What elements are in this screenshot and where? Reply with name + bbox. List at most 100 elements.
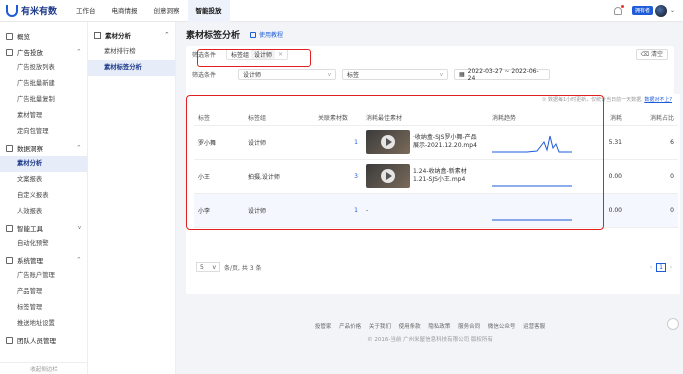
sidebar-item-push[interactable]: 推送地址设置 [0, 316, 87, 332]
filter-label: 筛选条件 [192, 72, 217, 79]
footer-link[interactable]: 隐私政策 [428, 324, 450, 330]
chevron-down-icon: v [78, 225, 81, 231]
sidebar-item-copy-report[interactable]: 文案报表 [0, 172, 87, 188]
logo-text: 有米有数 [21, 7, 58, 17]
cell-share: 0 [626, 159, 678, 194]
chevron-down-icon: v [440, 71, 443, 78]
page-title: 素材标签分析 [186, 31, 241, 41]
chevron-up-icon: ^ [164, 32, 169, 38]
logo[interactable]: 有米有数 [6, 4, 64, 17]
sidebar-group-label: 概览 [17, 33, 30, 41]
sidebar: 概览 广告投放 ^ 广告投放列表 广告批量新建 广告批量复制 素材管理 定向包管理… [0, 22, 88, 374]
owner-badge: 拥有者 [631, 6, 653, 15]
book-icon [250, 31, 257, 38]
tutorial-label: 使用教程 [259, 32, 284, 39]
table-highlight-box [186, 95, 604, 230]
folder-icon [94, 31, 101, 39]
settings-icon [6, 256, 13, 264]
page-total: 条/页, 共 3 条 [224, 264, 262, 272]
team-icon [6, 336, 13, 344]
chart-icon [6, 144, 13, 152]
sidebar-item-alert[interactable]: 自动化预警 [0, 236, 87, 252]
footer-link[interactable]: 使用条款 [399, 324, 421, 330]
sidebar-item-material-analysis[interactable]: 素材分析 [0, 156, 87, 172]
overview-icon [6, 32, 13, 40]
nav-ecommerce[interactable]: 电商情报 [104, 0, 146, 22]
prev-page-icon[interactable]: ‹ [646, 264, 656, 271]
sidebar-group-label: 系统管理 [17, 257, 43, 265]
footer-link[interactable]: 运营客服 [523, 324, 545, 330]
footer-link[interactable]: 关于我们 [369, 324, 391, 330]
page-size-value: 5 [200, 263, 204, 271]
date-range-picker[interactable]: ▦ 2022-03-27 ~ 2022-06-24 [454, 67, 550, 82]
sub-nav-title: 素材分析 [105, 32, 131, 40]
sidebar-item-products[interactable]: 产品管理 [0, 284, 87, 300]
sidebar-group-system[interactable]: 系统管理 ^ [0, 252, 87, 268]
footer-link[interactable]: 服务合同 [458, 324, 480, 330]
filter-highlight-box [197, 49, 311, 67]
top-bar: 有米有数 工作台 电商情报 创意洞察 智能投放 拥有者 ⌄ [0, 0, 683, 22]
copyright: © 2016-当前 广州米屋信息科技有限公司 版权所有 [367, 337, 493, 343]
current-page[interactable]: 1 [656, 262, 666, 272]
sidebar-group-overview[interactable]: 概览 [0, 28, 87, 44]
date-range-value: 2022-03-27 ~ 2022-06-24 [467, 67, 539, 82]
page-size-select[interactable]: 5v [196, 262, 220, 272]
sidebar-item-batch-copy[interactable]: 广告批量复制 [0, 92, 87, 108]
chevron-up-icon: ^ [76, 145, 81, 151]
logo-icon [6, 4, 18, 17]
footer-link[interactable]: 微信公众号 [488, 324, 516, 330]
chevron-down-icon: v [328, 71, 331, 78]
sub-nav-ranking[interactable]: 素材排行榜 [88, 44, 175, 60]
tag-select-value: 标签 [347, 72, 360, 79]
sidebar-group-insight[interactable]: 数据洞察 ^ [0, 140, 87, 156]
nav-workbench[interactable]: 工作台 [68, 0, 104, 22]
trash-icon: ⌫ [640, 51, 651, 58]
calendar-icon: ▦ [459, 71, 465, 78]
ad-icon [6, 48, 13, 56]
col-share[interactable]: 消耗占比 [626, 111, 678, 126]
sub-nav-header[interactable]: 素材分析 ^ [88, 26, 175, 44]
tutorial-link[interactable]: 使用教程 [250, 30, 283, 39]
sidebar-item-targeting[interactable]: 定向包管理 [0, 124, 87, 140]
nav-creative[interactable]: 创意洞察 [146, 0, 188, 22]
nav-smart-ads[interactable]: 智能投放 [187, 0, 230, 22]
next-page-icon[interactable]: › [666, 264, 676, 271]
chevron-up-icon: ^ [76, 257, 81, 263]
group-select-value: 设计师 [243, 72, 262, 79]
sub-nav: 素材分析 ^ 素材排行榜 素材标签分析 [88, 22, 176, 374]
sidebar-item-tags[interactable]: 标签管理 [0, 300, 87, 316]
bell-icon[interactable] [613, 4, 624, 15]
sidebar-item-ad-list[interactable]: 广告投放列表 [0, 60, 87, 76]
top-nav: 工作台 电商情报 创意洞察 智能投放 [68, 0, 230, 22]
collapse-label: 收起侧边栏 [30, 366, 58, 373]
sidebar-group-label: 广告投放 [17, 49, 43, 57]
tool-icon [6, 224, 13, 232]
group-select[interactable]: 设计师 v [238, 69, 336, 80]
pagination: 5v 条/页, 共 3 条 ‹ 1 › [196, 262, 676, 272]
clear-label: 清空 [650, 51, 663, 58]
sidebar-group-label: 智能工具 [17, 225, 43, 233]
chevron-up-icon: ^ [76, 49, 81, 55]
chevron-down-icon[interactable]: ⌄ [670, 7, 675, 14]
cell-share: 6 [626, 125, 678, 160]
footer-link[interactable]: 产品价格 [339, 324, 361, 330]
sidebar-item-material[interactable]: 素材管理 [0, 108, 87, 124]
tag-select[interactable]: 标签 v [342, 69, 448, 80]
sub-nav-tag-analysis[interactable]: 素材标签分析 [88, 60, 175, 76]
sidebar-group-ads[interactable]: 广告投放 ^ [0, 44, 87, 60]
avatar[interactable] [654, 4, 667, 17]
customer-service-icon[interactable] [667, 318, 679, 330]
sidebar-item-accounts[interactable]: 广告账户管理 [0, 268, 87, 284]
footer-link[interactable]: 投管家 [315, 324, 332, 330]
hint-link[interactable]: 数据对不上? [644, 97, 672, 103]
sidebar-group-tools[interactable]: 智能工具 v [0, 220, 87, 236]
footer: 投管家 产品价格 关于我们 使用条款 隐私政策 服务合同 微信公众号 运营客服 … [180, 322, 680, 343]
sidebar-item-custom-report[interactable]: 自定义报表 [0, 188, 87, 204]
sidebar-item-batch-create[interactable]: 广告批量新建 [0, 76, 87, 92]
sidebar-group-team[interactable]: 团队人员管理 [0, 332, 87, 348]
sidebar-item-efficiency[interactable]: 人效报表 [0, 204, 87, 220]
clear-button[interactable]: ⌫ 清空 [635, 49, 668, 60]
collapse-sidebar-button[interactable]: 收起侧边栏 [0, 362, 88, 374]
cell-share: 0 [626, 193, 678, 228]
chevron-down-icon: v [212, 263, 216, 271]
